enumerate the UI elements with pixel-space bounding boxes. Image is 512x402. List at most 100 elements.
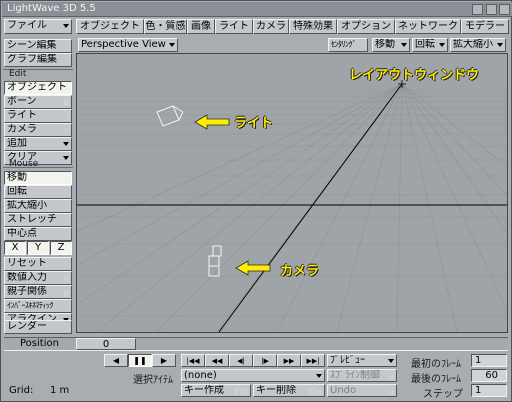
- spline-control-button[interactable]: ｽﾌﾟﾗｲﾝ制御 s: [327, 369, 397, 382]
- numeric-input-label: 数値入力: [7, 272, 47, 283]
- preview-menu-button[interactable]: ﾌﾟﾚﾋﾞｭｰ: [327, 354, 397, 367]
- chevron-down-icon: [63, 156, 69, 160]
- edit-objects-button[interactable]: オブジェクト: [4, 81, 72, 95]
- view-move-button[interactable]: 移動: [372, 38, 410, 52]
- mouse-rotate-button[interactable]: 回転: [4, 185, 72, 199]
- mouse-stretch-label: ストレッチ: [7, 214, 57, 225]
- parent-button[interactable]: 親子関係 p: [4, 285, 72, 299]
- last-frame-value: 60: [485, 370, 498, 381]
- first-frame-value: 1: [475, 355, 482, 366]
- graph-edit-label: グラフ編集: [7, 54, 57, 65]
- first-frame-field[interactable]: 1: [471, 354, 507, 367]
- view-rotate-button[interactable]: 回転: [412, 38, 448, 52]
- play-reverse-icon: ◀: [112, 356, 120, 365]
- hotkey-badge: u: [388, 387, 394, 396]
- mouse-scale-button[interactable]: 拡大縮小: [4, 199, 72, 213]
- mouse-scale-label: 拡大縮小: [7, 200, 47, 211]
- chevron-down-icon: [388, 359, 394, 363]
- scene-edit-label: シーン編集: [7, 40, 57, 51]
- selected-item-select[interactable]: (none): [181, 369, 325, 382]
- hotkey-badge: l: [66, 112, 69, 121]
- tab-network-label: ネットワーク: [398, 21, 458, 32]
- light-annotation: ライト: [234, 116, 274, 131]
- view-mode-label: Perspective View: [81, 39, 166, 50]
- tab-modeler[interactable]: モデラー: [461, 19, 509, 34]
- layout-viewport[interactable]: レイアウトウィンドウ ライト カメラ: [76, 53, 508, 333]
- last-frame-field[interactable]: 60: [471, 369, 507, 382]
- close-icon[interactable]: [499, 4, 510, 15]
- position-value: 0: [102, 339, 110, 350]
- tab-surfaces-label: 色・質感: [145, 21, 186, 32]
- step-field[interactable]: 1: [471, 384, 507, 397]
- view-scale-button[interactable]: 拡大縮小: [450, 38, 506, 52]
- reset-label: リセット: [7, 258, 47, 269]
- play-reverse-button[interactable]: ◀: [104, 354, 128, 367]
- graph-edit-button[interactable]: グラフ編集: [4, 53, 72, 67]
- hotkey-badge: p: [63, 288, 69, 297]
- mouse-pivot-button[interactable]: 中心点: [4, 227, 72, 241]
- timeline-track[interactable]: Position 0: [4, 337, 508, 351]
- parent-label: 親子関係: [7, 286, 47, 297]
- centering-label: ｾﾝﾀﾘﾝｸﾞ: [331, 40, 357, 49]
- prev-key-icon: ◀◀: [211, 357, 223, 365]
- edit-bones-button[interactable]: ボーン b: [4, 95, 72, 109]
- mouse-move-button[interactable]: 移動: [4, 171, 72, 185]
- prev-frame-button[interactable]: ◀|: [229, 354, 253, 367]
- tab-effects[interactable]: 特殊効果: [289, 19, 337, 34]
- render-button[interactable]: レンダー: [4, 320, 72, 334]
- numeric-input-button[interactable]: 数値入力 n: [4, 271, 72, 285]
- tab-images[interactable]: 画像: [187, 19, 215, 34]
- tab-network[interactable]: ネットワーク: [395, 19, 461, 34]
- tab-options[interactable]: オプション: [337, 19, 395, 34]
- minimize-icon[interactable]: [472, 4, 483, 15]
- render-label: レンダー: [7, 321, 47, 332]
- axis-z-toggle[interactable]: Z: [50, 241, 72, 255]
- file-menu-button[interactable]: ファイル: [4, 19, 72, 34]
- mouse-move-label: 移動: [7, 172, 27, 183]
- edit-lights-label: ライト: [7, 110, 37, 121]
- reset-button[interactable]: リセット: [4, 257, 72, 271]
- window-title: LightWave 3D 5.5: [7, 3, 96, 14]
- mouse-stretch-button[interactable]: ストレッチ: [4, 213, 72, 227]
- edit-camera-button[interactable]: カメラ c: [4, 123, 72, 137]
- next-key-button[interactable]: ▶▶: [277, 354, 301, 367]
- tab-options-label: オプション: [341, 21, 391, 32]
- tab-lights[interactable]: ライト: [215, 19, 253, 34]
- next-key-icon: ▶▶: [283, 357, 295, 365]
- maximize-icon[interactable]: [486, 4, 497, 15]
- edit-camera-label: カメラ: [7, 124, 37, 135]
- axis-y-toggle[interactable]: Y: [27, 241, 49, 255]
- axis-y-label: Y: [34, 242, 42, 253]
- last-frame-button[interactable]: ▶▶|: [301, 354, 325, 367]
- inverse-kinematics-label: ｲﾝﾊﾞｰｽｷﾈﾏﾃｨｯｸ: [7, 301, 54, 310]
- tab-camera[interactable]: カメラ: [253, 19, 289, 34]
- tab-lights-label: ライト: [219, 21, 249, 32]
- undo-button[interactable]: Undo u: [327, 384, 397, 397]
- edit-lights-button[interactable]: ライト l: [4, 109, 72, 123]
- mouse-pivot-label: 中心点: [7, 228, 37, 239]
- pause-button[interactable]: ❚❚: [128, 354, 152, 367]
- mouse-rotate-label: 回転: [7, 186, 27, 197]
- camera-object: [208, 245, 222, 277]
- play-forward-button[interactable]: ▶: [152, 354, 176, 367]
- chevron-down-icon: [401, 43, 407, 47]
- tab-surfaces[interactable]: 色・質感: [144, 19, 187, 34]
- grid-panel: Grid: 1 m: [4, 353, 72, 399]
- create-key-button[interactable]: キー作成 Ent: [181, 384, 251, 397]
- delete-key-button[interactable]: キー削除 Del: [253, 384, 325, 397]
- inverse-kinematics-button[interactable]: ｲﾝﾊﾞｰｽｷﾈﾏﾃｨｯｸ: [4, 299, 72, 313]
- next-frame-button[interactable]: |▶: [253, 354, 277, 367]
- chevron-down-icon: [439, 43, 445, 47]
- spline-control-label: ｽﾌﾟﾗｲﾝ制御: [330, 370, 380, 381]
- tab-objects[interactable]: オブジェクト: [76, 19, 144, 34]
- scene-edit-button[interactable]: シーン編集: [4, 39, 72, 53]
- prev-key-button[interactable]: ◀◀: [205, 354, 229, 367]
- centering-button[interactable]: ｾﾝﾀﾘﾝｸﾞ: [328, 38, 368, 52]
- view-mode-select[interactable]: Perspective View: [78, 38, 178, 52]
- axis-x-toggle[interactable]: X: [4, 241, 26, 255]
- first-frame-button[interactable]: |◀◀: [181, 354, 205, 367]
- view-scale-label: 拡大縮小: [453, 39, 493, 50]
- hotkey-badge: n: [63, 274, 69, 283]
- position-slider-thumb[interactable]: 0: [76, 338, 136, 350]
- add-button[interactable]: 追加: [4, 137, 72, 151]
